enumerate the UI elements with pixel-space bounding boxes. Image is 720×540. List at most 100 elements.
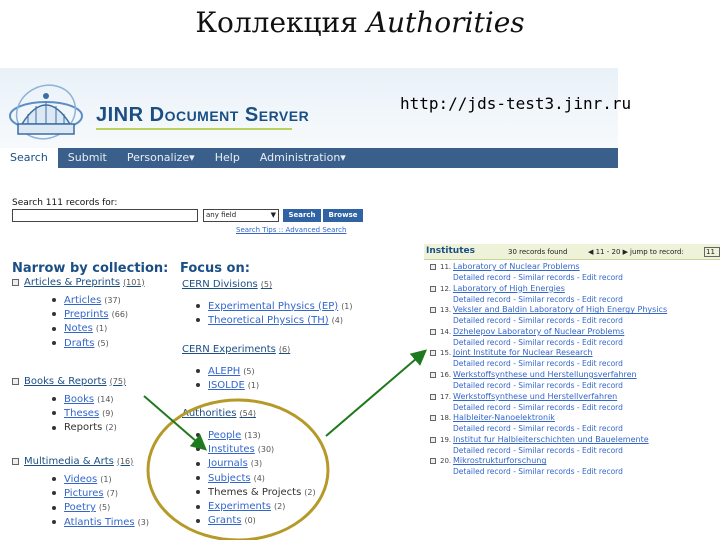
tab-1[interactable]: Submit: [58, 148, 117, 168]
record-title-link[interactable]: Institut fur Halbleiterschichten und Bau…: [453, 435, 649, 444]
focus-item-label[interactable]: People: [208, 430, 241, 441]
record-title-link[interactable]: Veksler and Baldin Laboratory of High En…: [453, 305, 667, 314]
focus-link[interactable]: Authorities (54): [182, 408, 316, 422]
tab-0[interactable]: Search: [0, 148, 58, 168]
record-checkbox[interactable]: [430, 393, 436, 400]
search-input[interactable]: [12, 209, 198, 222]
focus-item-label[interactable]: Institutes: [208, 444, 255, 455]
collection-count: (101): [123, 277, 145, 287]
focus-item[interactable]: Grants (0): [196, 514, 316, 528]
record-action-links[interactable]: Detailed record - Similar records - Edit…: [453, 295, 623, 304]
record-checkbox[interactable]: [430, 436, 436, 443]
subcollection-label[interactable]: Videos: [64, 474, 97, 485]
collection-link[interactable]: Books & Reports (75): [12, 374, 126, 388]
record-checkbox[interactable]: [430, 285, 436, 292]
focus-item-label[interactable]: Experimental Physics (EP): [208, 301, 338, 312]
tab-3[interactable]: Help: [205, 148, 250, 168]
record-title-link[interactable]: Laboratory of High Energies: [453, 284, 565, 293]
focus-item[interactable]: ISOLDE (1): [196, 378, 290, 392]
subcollection-label[interactable]: Preprints: [64, 309, 109, 320]
collection-checkbox[interactable]: [12, 457, 19, 465]
subcollection-item[interactable]: Pictures (7): [52, 486, 149, 500]
record-checkbox[interactable]: [430, 264, 436, 270]
focus-item[interactable]: Journals (3): [196, 457, 316, 471]
record-checkbox[interactable]: [430, 371, 436, 378]
browse-button[interactable]: Browse: [323, 209, 363, 222]
collection-checkbox[interactable]: [12, 377, 19, 385]
record-action-links[interactable]: Detailed record - Similar records - Edit…: [453, 273, 623, 282]
field-select[interactable]: any field ▼: [203, 209, 279, 222]
subcollection-item[interactable]: Theses (9): [52, 406, 126, 420]
tab-2[interactable]: Personalize▾: [117, 148, 205, 168]
subcollection-label[interactable]: Books: [64, 394, 94, 405]
subcollection-label[interactable]: Atlantis Times: [64, 517, 135, 528]
focus-item[interactable]: Institutes (30): [196, 442, 316, 456]
subcollection-label[interactable]: Poetry: [64, 502, 96, 513]
record-title-link[interactable]: Dzhelepov Laboratory of Nuclear Problems: [453, 327, 624, 336]
subcollection-item[interactable]: Drafts (5): [52, 336, 145, 350]
record-action-links[interactable]: Detailed record - Similar records - Edit…: [453, 403, 623, 412]
site-logo-text[interactable]: JINR Document Server: [96, 104, 309, 127]
focus-item-label[interactable]: ALEPH: [208, 366, 240, 377]
record-checkbox[interactable]: [430, 458, 436, 465]
subcollection-item[interactable]: Preprints (66): [52, 307, 145, 321]
collection-link[interactable]: Articles & Preprints (101): [12, 275, 145, 289]
subcollection-label[interactable]: Pictures: [64, 488, 104, 499]
jump-input[interactable]: 11: [704, 247, 720, 257]
record-action-links[interactable]: Detailed record - Similar records - Edit…: [453, 446, 623, 455]
record-row: 12. Laboratory of High Energies Detailed r…: [428, 284, 720, 306]
focus-item-label[interactable]: Journals: [208, 458, 248, 469]
record-action-links[interactable]: Detailed record - Similar records - Edit…: [453, 316, 623, 325]
records-range[interactable]: ◀ 11 - 20 ▶: [588, 248, 628, 256]
record-title-link[interactable]: Laboratory of Nuclear Problems: [453, 262, 580, 271]
record-checkbox[interactable]: [430, 350, 436, 357]
subcollection-item[interactable]: Videos (1): [52, 472, 149, 486]
tab-4[interactable]: Administration▾: [250, 148, 356, 168]
record-title-link[interactable]: Joint Institute for Nuclear Research: [453, 348, 593, 357]
focus-item-label[interactable]: Theoretical Physics (TH): [208, 315, 329, 326]
focus-link[interactable]: CERN Experiments (6): [182, 344, 290, 358]
focus-item[interactable]: Experiments (2): [196, 499, 316, 513]
record-checkbox[interactable]: [430, 307, 436, 314]
record-action-links[interactable]: Detailed record - Similar records - Edit…: [453, 359, 623, 368]
record-title-link[interactable]: Werkstoffsynthese und Herstellverfahren: [453, 392, 617, 401]
focus-item-label[interactable]: Subjects: [208, 473, 251, 484]
subcollection-item[interactable]: Atlantis Times (3): [52, 515, 149, 529]
focus-item-label[interactable]: Grants: [208, 515, 241, 526]
subcollection-label[interactable]: Notes: [64, 323, 93, 334]
record-checkbox[interactable]: [430, 328, 436, 335]
focus-item-label[interactable]: Experiments: [208, 501, 271, 512]
record-title-link[interactable]: Halbleiter-Nanoelektronik: [453, 413, 555, 422]
record-checkbox[interactable]: [430, 415, 436, 422]
record-title-link[interactable]: Werkstoffsynthese und Herstellungsverfah…: [453, 370, 637, 379]
collection-checkbox[interactable]: [12, 278, 19, 286]
record-action-links[interactable]: Detailed record - Similar records - Edit…: [453, 338, 623, 347]
collection-link[interactable]: Multimedia & Arts (16): [12, 454, 149, 468]
focus-item[interactable]: ALEPH (5): [196, 364, 290, 378]
subcollection-item[interactable]: Notes (1): [52, 322, 145, 336]
search-tips-links[interactable]: Search Tips :: Advanced Search: [236, 226, 346, 234]
focus-item[interactable]: Experimental Physics (EP) (1): [196, 299, 353, 313]
bullet-icon: [52, 312, 56, 317]
focus-item[interactable]: Theoretical Physics (TH) (4): [196, 313, 353, 327]
search-button[interactable]: Search: [283, 209, 321, 222]
record-row: 13. Veksler and Baldin Laboratory of High…: [428, 305, 720, 327]
subcollection-item[interactable]: Articles (37): [52, 293, 145, 307]
focus-count: (54): [239, 409, 256, 418]
record-title-link[interactable]: Mikrostrukturforschung: [453, 456, 546, 465]
focus-item[interactable]: Subjects (4): [196, 471, 316, 485]
record-action-links[interactable]: Detailed record - Similar records - Edit…: [453, 424, 623, 433]
subcollection-label[interactable]: Articles: [64, 295, 101, 306]
focus-item[interactable]: People (13): [196, 428, 316, 442]
record-action-links[interactable]: Detailed record - Similar records - Edit…: [453, 381, 623, 390]
subcollection-item[interactable]: Books (14): [52, 392, 126, 406]
bullet-icon: [196, 447, 200, 452]
focus-link[interactable]: CERN Divisions (5): [182, 279, 353, 293]
subcollection-item[interactable]: Poetry (5): [52, 501, 149, 515]
subcollection-count: (3): [137, 517, 149, 527]
bullet-icon: [52, 491, 56, 496]
focus-item-label[interactable]: ISOLDE: [208, 380, 245, 391]
record-action-links[interactable]: Detailed record - Similar records - Edit…: [453, 467, 623, 476]
subcollection-label[interactable]: Theses: [64, 408, 99, 419]
subcollection-label[interactable]: Drafts: [64, 338, 94, 349]
